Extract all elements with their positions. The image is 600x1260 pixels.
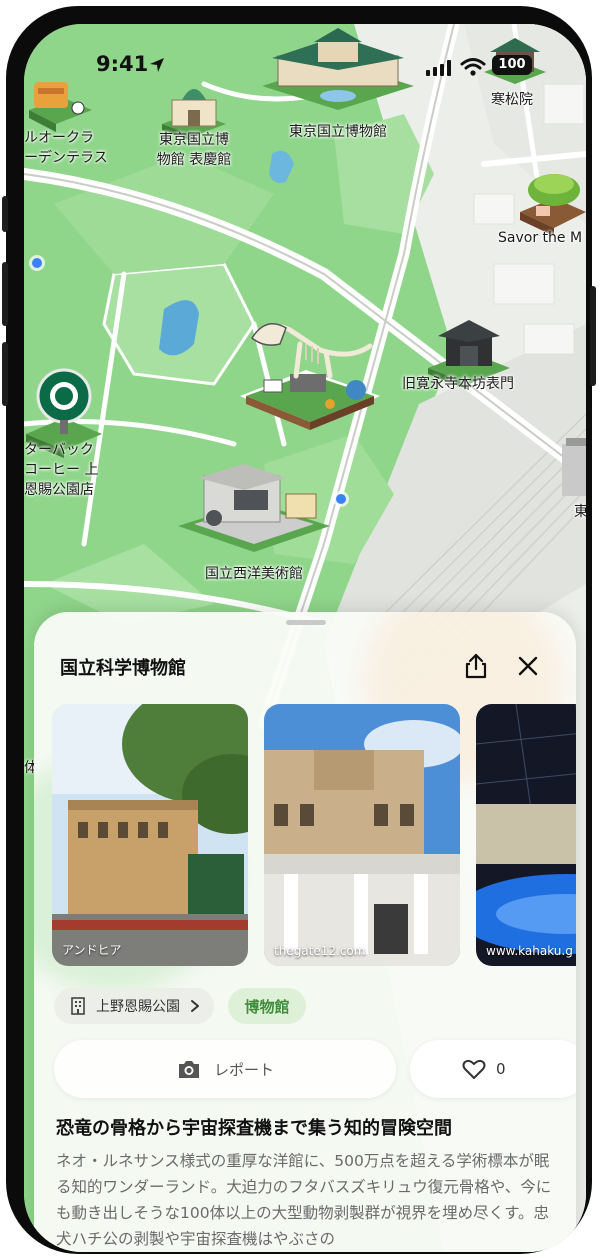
photo-credit: thegate12.com bbox=[274, 944, 366, 958]
label-edge: 東 bbox=[574, 504, 586, 520]
park-chip-label: 上野恩賜公園 bbox=[96, 999, 180, 1015]
western-art-marker[interactable] bbox=[174, 454, 334, 554]
cellular-signal-icon bbox=[426, 60, 451, 76]
photo-card[interactable]: thegate12.com bbox=[264, 704, 460, 966]
battery-indicator: 100 bbox=[492, 55, 532, 75]
museum-photo bbox=[52, 704, 248, 966]
mute-switch bbox=[2, 196, 8, 232]
volume-up-button bbox=[2, 262, 8, 326]
label-starbucks[interactable]: ターバック コーヒー 上 恩賜公園店 bbox=[24, 440, 98, 500]
report-button[interactable]: レポート bbox=[54, 1040, 396, 1098]
label-national-museum[interactable]: 東京国立博物館 bbox=[268, 122, 408, 142]
volume-down-button bbox=[2, 342, 8, 406]
location-dot bbox=[336, 494, 346, 504]
place-description: ネオ・ルネサンス様式の重厚な洋館に、500万点を超える学術標本が眠る知的ワンダー… bbox=[56, 1152, 552, 1248]
sheet-grabber[interactable] bbox=[286, 620, 326, 625]
location-dot bbox=[32, 258, 42, 268]
like-count: 0 bbox=[496, 1060, 506, 1078]
exhibit-photo bbox=[476, 704, 576, 966]
close-icon bbox=[518, 656, 538, 676]
status-bar: 9:41 100 bbox=[24, 24, 586, 104]
place-detail-sheet: 国立科学博物館 アンドヒア thegate12.com www.kahaku.g… bbox=[34, 612, 576, 1252]
label-savor[interactable]: Savor the M bbox=[498, 228, 582, 248]
place-headline: 恐竜の骨格から宇宙探査機まで集う知的冒険空間 bbox=[56, 1118, 452, 1139]
photo-card[interactable]: www.kahaku.g bbox=[476, 704, 576, 966]
share-icon bbox=[465, 653, 487, 679]
heart-icon bbox=[462, 1059, 486, 1079]
place-title: 国立科学博物館 bbox=[60, 658, 186, 679]
wifi-icon bbox=[460, 58, 486, 76]
label-hyokeikan[interactable]: 東京国立博 物館 表慶館 bbox=[148, 130, 240, 170]
share-button[interactable] bbox=[458, 648, 494, 684]
close-button[interactable] bbox=[510, 648, 546, 684]
park-chip[interactable]: 上野恩賜公園 bbox=[54, 988, 214, 1024]
photo-credit: www.kahaku.g bbox=[486, 944, 573, 958]
kahaku-dinosaur-marker[interactable] bbox=[230, 300, 386, 440]
report-label: レポート bbox=[213, 1060, 274, 1079]
photo-card[interactable]: アンドヒア bbox=[52, 704, 248, 966]
label-kaneiji-gate[interactable]: 旧寛永寺本坊表門 bbox=[402, 374, 514, 394]
location-arrow-icon bbox=[150, 58, 164, 72]
photo-carousel[interactable]: アンドヒア thegate12.com www.kahaku.g bbox=[52, 704, 576, 966]
building-icon bbox=[71, 997, 85, 1015]
status-time: 9:41 bbox=[96, 52, 149, 76]
power-button bbox=[590, 286, 596, 386]
category-badge[interactable]: 博物館 bbox=[228, 988, 306, 1024]
photo-credit: アンドヒア bbox=[62, 943, 122, 957]
phone-frame: ルオークラ ーデンテラス 東京国立博 物館 表慶館 東京国立博物館 寒松院 Sa… bbox=[2, 6, 596, 1254]
label-western-art[interactable]: 国立西洋美術館 bbox=[194, 564, 314, 584]
camera-icon bbox=[178, 1061, 199, 1078]
screen: ルオークラ ーデンテラス 東京国立博 物館 表慶館 東京国立博物館 寒松院 Sa… bbox=[24, 24, 586, 1252]
chevron-right-icon bbox=[191, 1000, 199, 1012]
like-button[interactable]: 0 bbox=[410, 1040, 576, 1098]
label-hotel[interactable]: ルオークラ ーデンテラス bbox=[24, 128, 108, 168]
museum-photo bbox=[264, 704, 460, 966]
